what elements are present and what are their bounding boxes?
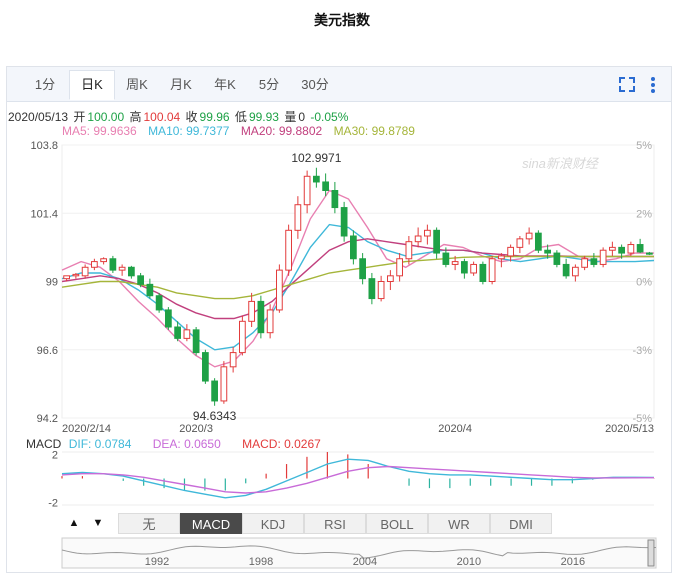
candle-body bbox=[146, 283, 154, 297]
candle-body bbox=[165, 309, 172, 328]
min-annotation: 94.6343 bbox=[193, 409, 237, 423]
candle-body bbox=[229, 352, 237, 368]
candle-body bbox=[581, 258, 588, 268]
candle-body bbox=[202, 352, 209, 382]
overview-tick-label: 2004 bbox=[353, 556, 377, 568]
candle-body bbox=[248, 300, 255, 322]
candle-body bbox=[451, 261, 459, 265]
macd-y-tick: 2 bbox=[52, 449, 58, 461]
candle-body bbox=[387, 275, 394, 282]
y-tick-label: 94.2 bbox=[37, 413, 58, 425]
candle-body bbox=[368, 278, 376, 300]
x-tick-label: 2020/3 bbox=[179, 423, 213, 435]
indicator-boll-button[interactable]: BOLL bbox=[366, 513, 428, 534]
candle-body bbox=[313, 175, 320, 183]
candle-body bbox=[340, 207, 348, 237]
indicator-rsi-button[interactable]: RSI bbox=[304, 513, 366, 534]
candle-body bbox=[479, 263, 487, 282]
candle-body bbox=[433, 229, 440, 254]
candle-body bbox=[211, 380, 218, 402]
candle-body bbox=[285, 229, 292, 271]
candle-body bbox=[276, 269, 283, 311]
pct-tick-label: 0% bbox=[636, 277, 652, 289]
candle-body bbox=[461, 261, 468, 274]
pct-tick-label: 5% bbox=[636, 140, 652, 152]
candle-body bbox=[100, 258, 107, 263]
candle-body bbox=[118, 266, 126, 271]
candle-body bbox=[535, 232, 542, 251]
candle-body bbox=[91, 261, 98, 268]
candle-body bbox=[220, 366, 228, 402]
indicator-buttons: 无 MACD KDJ RSI BOLL WR DMI bbox=[62, 513, 656, 535]
candle-body bbox=[507, 246, 514, 257]
overview-tick-label: 1998 bbox=[249, 556, 273, 568]
candle-body bbox=[599, 249, 607, 265]
overview-tick-label: 2010 bbox=[457, 556, 481, 568]
candle-body bbox=[470, 263, 477, 274]
candle-body bbox=[137, 275, 144, 285]
watermark-logo: sina新浪财经 bbox=[522, 156, 600, 171]
ma5-line bbox=[61, 189, 654, 368]
candle-body bbox=[109, 258, 117, 271]
candle-body bbox=[377, 281, 385, 300]
x-tick-label: 2020/2/14 bbox=[62, 423, 111, 435]
candle-body bbox=[618, 246, 625, 254]
candle-body bbox=[303, 175, 311, 206]
candle-body bbox=[350, 235, 357, 260]
candle-body bbox=[174, 326, 181, 339]
kline-chart: 103.8101.49996.694.25%2%0%-3%-5%sina新浪财经… bbox=[30, 140, 657, 569]
overview-tick-label: 2016 bbox=[561, 556, 585, 568]
candle-body bbox=[646, 252, 653, 255]
candle-body bbox=[359, 258, 366, 280]
candle-body bbox=[636, 244, 644, 253]
candle-body bbox=[525, 232, 533, 240]
candle-body bbox=[128, 266, 135, 277]
candle-body bbox=[590, 258, 598, 265]
candle-body bbox=[155, 295, 163, 311]
candle-body bbox=[266, 309, 274, 334]
overview-tick-label: 1992 bbox=[145, 556, 169, 568]
y-tick-label: 103.8 bbox=[30, 140, 58, 152]
candle-body bbox=[257, 300, 265, 334]
candle-body bbox=[331, 190, 339, 209]
candle-body bbox=[498, 255, 505, 260]
pct-tick-label: -3% bbox=[632, 345, 652, 357]
candle-body bbox=[609, 246, 616, 251]
candle-body bbox=[516, 238, 524, 248]
macd-y-tick: -2 bbox=[48, 498, 58, 510]
candle-body bbox=[414, 235, 422, 243]
candle-body bbox=[562, 263, 570, 277]
x-tick-label: 2020/5/13 bbox=[605, 423, 654, 435]
candle-body bbox=[192, 329, 200, 354]
overview-handle[interactable] bbox=[647, 539, 655, 567]
y-tick-label: 96.6 bbox=[37, 345, 58, 357]
indicator-macd-button[interactable]: MACD bbox=[180, 513, 242, 534]
ma20-line bbox=[61, 238, 654, 320]
candle-body bbox=[572, 266, 579, 277]
candle-body bbox=[488, 258, 496, 282]
pct-tick-label: 2% bbox=[636, 208, 652, 220]
candle-body bbox=[627, 244, 635, 254]
candle-body bbox=[81, 266, 89, 277]
candle-body bbox=[544, 249, 551, 254]
candle-body bbox=[63, 275, 70, 280]
candle-body bbox=[405, 241, 413, 260]
max-annotation: 102.9971 bbox=[291, 151, 341, 165]
candle-body bbox=[424, 229, 431, 237]
candle-body bbox=[183, 329, 191, 339]
candle-body bbox=[294, 204, 302, 231]
candle-body bbox=[322, 181, 329, 191]
candle-body bbox=[72, 273, 80, 277]
x-tick-label: 2020/4 bbox=[438, 423, 472, 435]
indicator-wr-button[interactable]: WR bbox=[428, 513, 490, 534]
y-tick-label: 101.4 bbox=[30, 208, 58, 220]
candle-body bbox=[239, 320, 246, 354]
indicator-kdj-button[interactable]: KDJ bbox=[242, 513, 304, 534]
indicator-none-button[interactable]: 无 bbox=[118, 513, 180, 534]
indicator-dmi-button[interactable]: DMI bbox=[490, 513, 552, 534]
y-tick-label: 99 bbox=[46, 277, 58, 289]
candle-body bbox=[396, 258, 403, 277]
candle-body bbox=[553, 252, 561, 265]
candle-body bbox=[442, 252, 450, 265]
